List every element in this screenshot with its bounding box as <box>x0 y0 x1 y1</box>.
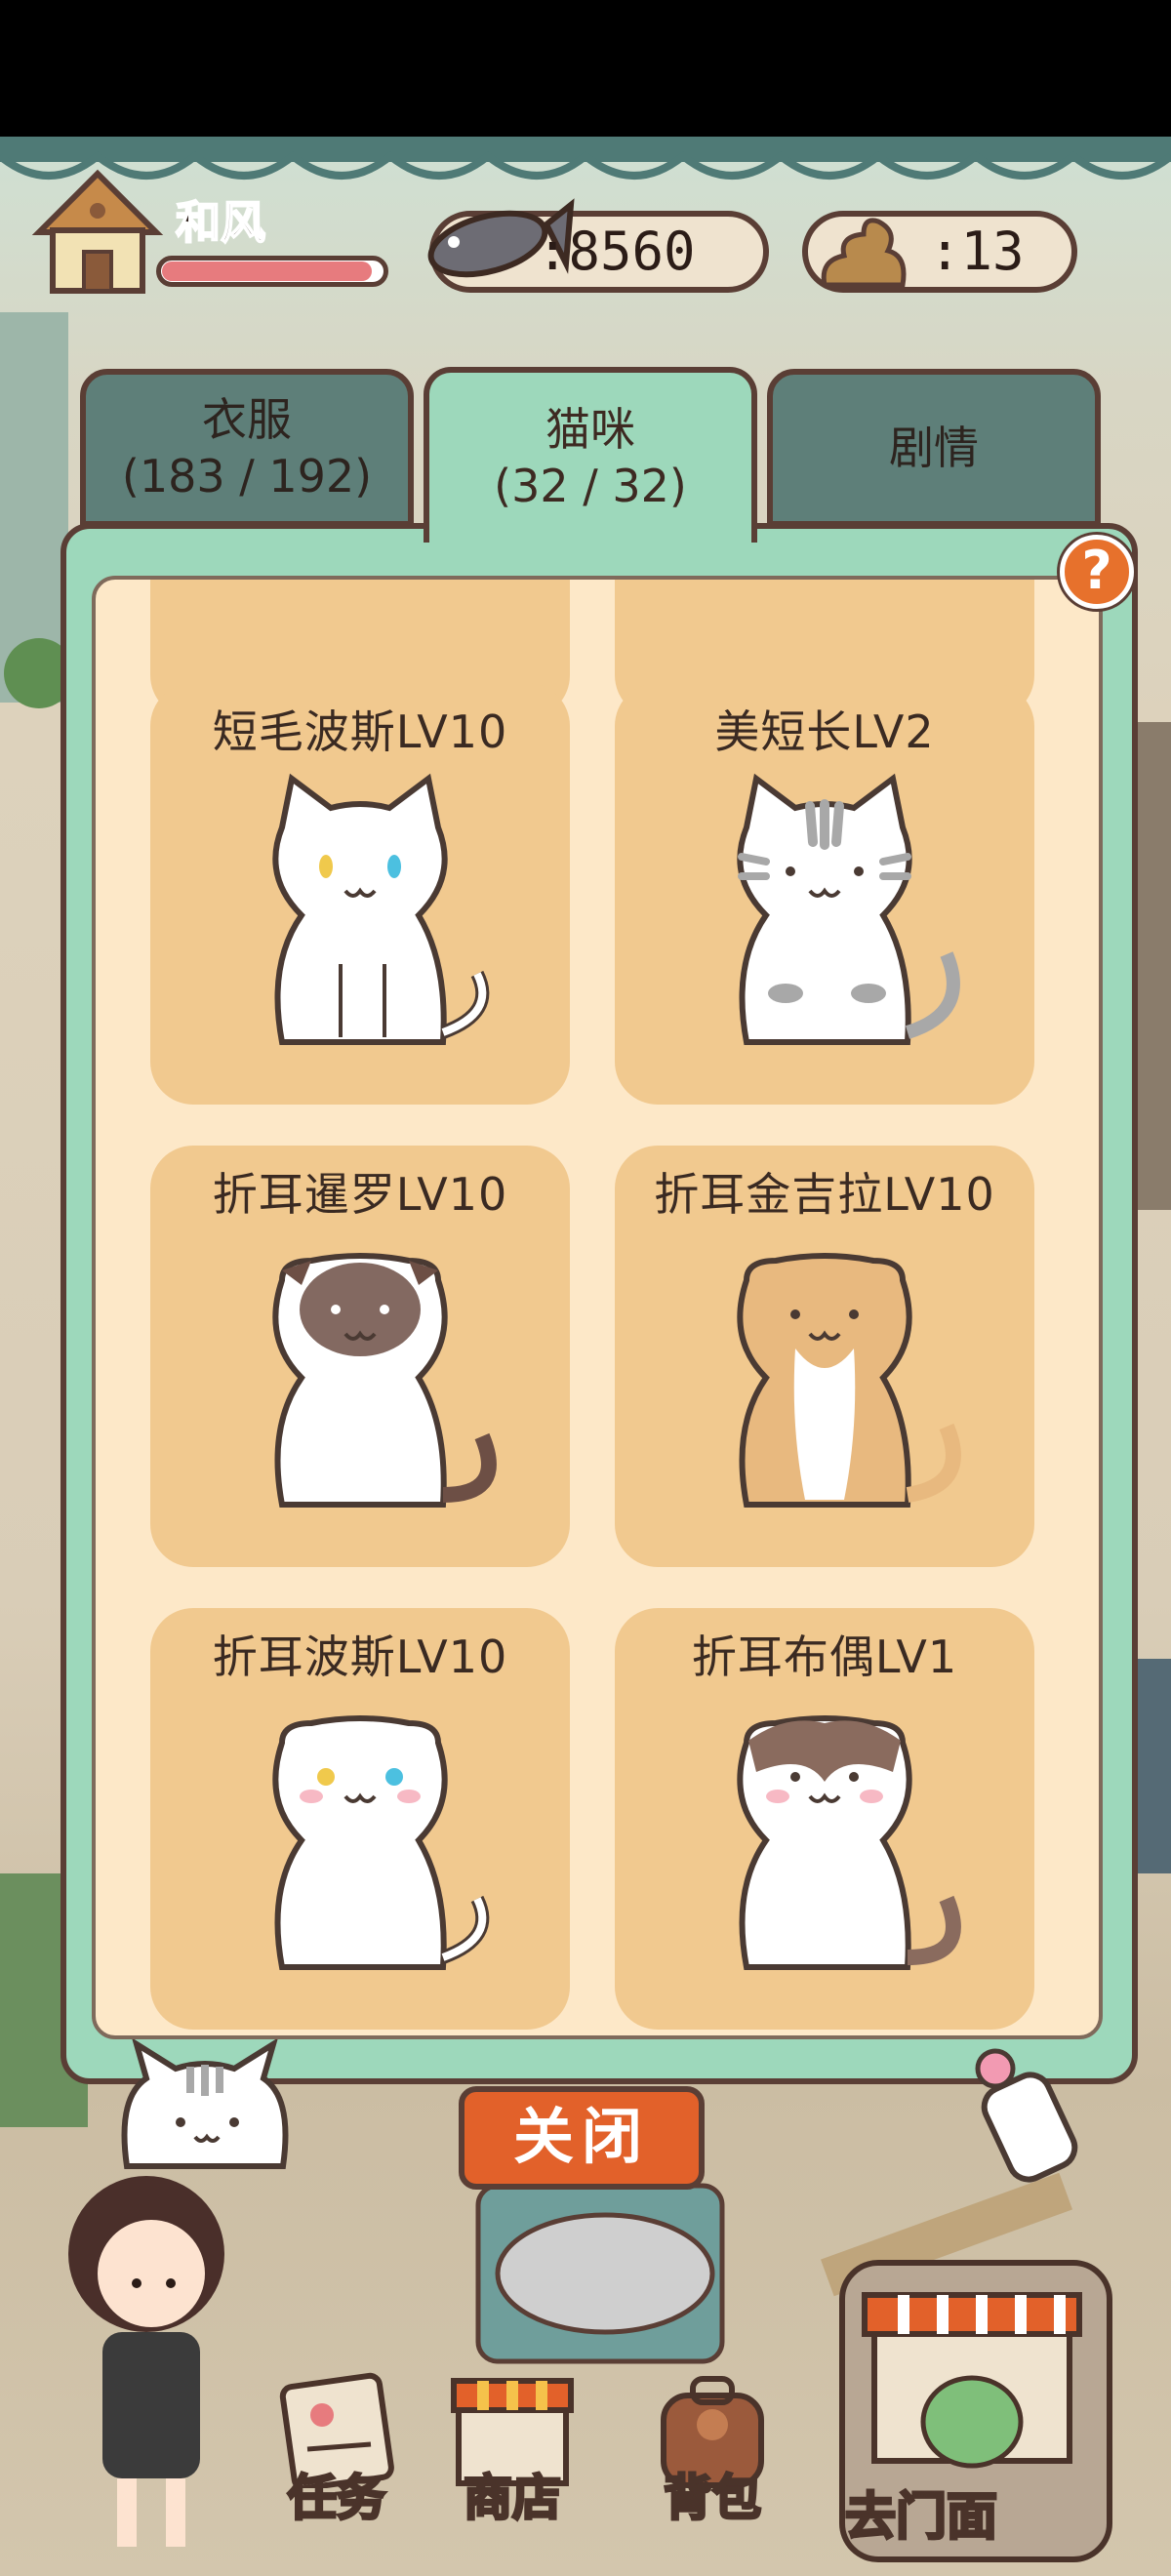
poop-count: :13 <box>929 221 1025 282</box>
storefront-icon <box>862 2292 1082 2469</box>
tab-cats[interactable]: 猫咪 (32 / 32) <box>424 367 757 543</box>
cat-name: 折耳布偶LV1 <box>691 1630 958 1683</box>
cat-card[interactable]: 折耳布偶LV1 <box>615 1608 1034 2030</box>
help-button[interactable]: ? <box>1060 535 1134 609</box>
close-button[interactable]: 关闭 <box>459 2086 705 2190</box>
poop-icon <box>821 218 907 288</box>
nav-storefront-label: 去门面 <box>844 2487 999 2549</box>
awning-decoration <box>0 137 1171 180</box>
tab-cats-title: 猫咪 <box>545 403 635 456</box>
golden-cat-icon <box>737 1253 961 1508</box>
xp-bar-fill <box>162 262 372 281</box>
cat-card[interactable]: 折耳波斯LV10 <box>150 1608 570 2030</box>
cat-card[interactable]: 短毛波斯LV10 <box>150 683 570 1105</box>
tab-clothes[interactable]: 衣服 (183 / 192) <box>80 369 414 527</box>
tab-story-title: 剧情 <box>889 422 979 474</box>
cat-name: 折耳金吉拉LV10 <box>654 1168 995 1221</box>
cat-card[interactable]: 折耳暹罗LV10 <box>150 1146 570 1567</box>
nav-shop-label: 商店 <box>463 2469 563 2528</box>
cat-name: 折耳波斯LV10 <box>212 1630 508 1683</box>
white-cat-icon <box>272 773 490 1045</box>
fish-count: :8560 <box>537 221 696 282</box>
white-fold-cat-icon <box>272 1715 490 1970</box>
status-bar-area <box>0 0 1171 137</box>
cat-name: 折耳暹罗LV10 <box>212 1168 508 1221</box>
nav-storefront[interactable]: 去门面 <box>839 2260 1112 2562</box>
nav-backpack[interactable]: 背包 <box>639 2371 786 2537</box>
cat-card[interactable]: 折耳金吉拉LV10 <box>615 1146 1034 1567</box>
nav-backpack-label: 背包 <box>663 2469 763 2528</box>
ragdoll-cat-icon <box>737 1715 961 1970</box>
cat-card[interactable]: 美短长LV2 <box>615 683 1034 1105</box>
tab-clothes-count: (183 / 192) <box>121 450 373 503</box>
tab-story[interactable]: 剧情 <box>767 369 1101 527</box>
cat-grid[interactable]: 短毛波斯LV10 美短长LV2 折耳暹罗LV10 折耳金吉拉LV10 折耳波斯L… <box>92 576 1103 2039</box>
siamese-cat-icon <box>272 1253 497 1508</box>
tabby-cat-icon <box>737 773 960 1045</box>
player-avatar[interactable] <box>29 2166 254 2556</box>
nav-shop[interactable]: 商店 <box>439 2371 586 2537</box>
tab-clothes-title: 衣服 <box>202 393 292 446</box>
house-icon[interactable] <box>29 164 166 301</box>
nav-tasks[interactable]: 任务 <box>263 2371 410 2537</box>
nav-tasks-label: 任务 <box>287 2469 387 2528</box>
bottle-icon <box>975 2048 1078 2183</box>
tab-cats-count: (32 / 32) <box>494 460 687 512</box>
cat-name: 美短长LV2 <box>714 705 935 758</box>
player-name: 和风 <box>175 195 266 250</box>
cat-peeking-icon <box>121 2039 289 2169</box>
cat-name: 短毛波斯LV10 <box>212 705 508 758</box>
